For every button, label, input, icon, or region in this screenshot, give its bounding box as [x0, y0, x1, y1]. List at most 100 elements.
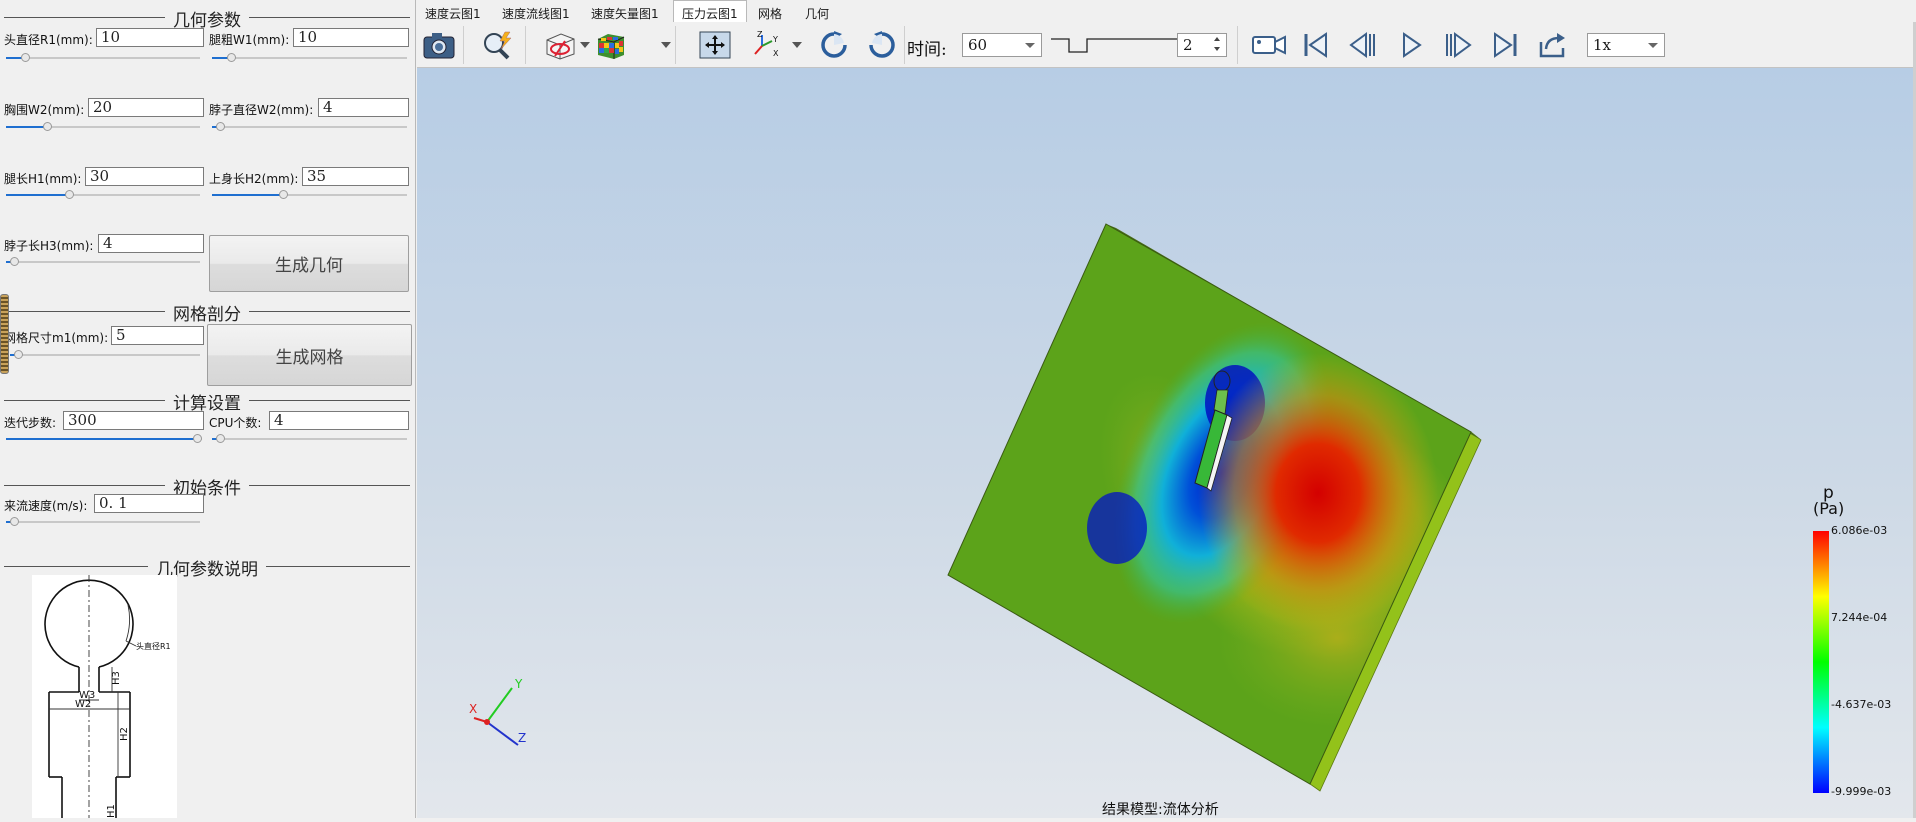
inflow-label: 来流速度(m/s):	[4, 499, 88, 513]
spin-up-icon[interactable]	[1214, 37, 1220, 41]
legend-tick-3: -4.637e-03	[1831, 698, 1891, 711]
mesh-title: 网格剖分	[165, 300, 249, 325]
tab-velocity-contour[interactable]: 速度云图1	[417, 2, 489, 22]
leg-h1-label: 腿长H1(mm):	[4, 172, 82, 186]
diagram-label-r1: 头直径R1	[136, 641, 171, 651]
head-diameter-input[interactable]: 10	[96, 28, 204, 47]
compute-section-title: 计算设置	[4, 389, 410, 414]
neck-h3-slider[interactable]	[6, 256, 200, 268]
last-frame-icon[interactable]	[1486, 28, 1524, 62]
initial-section-title: 初始条件	[4, 474, 410, 499]
neck-h3-input[interactable]: 4	[98, 234, 204, 253]
color-legend-bar	[1813, 531, 1829, 793]
tab-geometry[interactable]: 几何	[797, 2, 837, 22]
body-diagram-svg: 头直径R1 H3 W3 W2 H2 H1	[44, 575, 171, 818]
svg-text:X: X	[773, 49, 779, 58]
generate-mesh-button[interactable]: 生成网格	[207, 324, 412, 386]
time-select[interactable]: 60	[962, 33, 1042, 57]
svg-text:Z: Z	[757, 30, 763, 39]
time-select-value: 60	[968, 36, 988, 54]
cpu-input[interactable]: 4	[269, 411, 409, 430]
mesh-size-slider[interactable]	[10, 349, 200, 361]
generate-geometry-button[interactable]: 生成几何	[209, 235, 409, 292]
speed-select-value: 1x	[1593, 36, 1612, 54]
speed-select[interactable]: 1x	[1587, 33, 1665, 57]
step-spinbox-value: 2	[1183, 36, 1193, 54]
color-dropdown-icon[interactable]	[661, 42, 671, 48]
iterations-label: 迭代步数:	[4, 416, 57, 430]
upper-h2-label: 上身长H2(mm):	[209, 172, 299, 186]
leg-w1-slider[interactable]	[212, 52, 407, 64]
timeline-slider[interactable]	[1049, 32, 1189, 58]
diagram-label-w2: W2	[75, 699, 91, 710]
rotate-cw-icon[interactable]	[815, 28, 853, 62]
head-diameter-label: 头直径R1(mm):	[4, 33, 93, 47]
time-label: 时间:	[907, 40, 947, 60]
tab-pressure-contour[interactable]: 压力云图1	[673, 0, 747, 22]
legend-tick-2: 7.244e-04	[1831, 611, 1887, 624]
tab-velocity-vector[interactable]: 速度矢量图1	[583, 2, 667, 22]
axes-dropdown-icon[interactable]	[792, 42, 802, 48]
mesh-size-label: 网格尺寸m1(mm):	[4, 331, 109, 345]
legend-tick-max: 6.086e-03	[1831, 524, 1887, 537]
step-spinbox[interactable]: 2	[1177, 33, 1227, 57]
chest-w2-slider[interactable]	[6, 121, 200, 133]
tab-mesh[interactable]: 网格	[750, 2, 790, 22]
chest-w2-input[interactable]: 20	[88, 98, 204, 117]
splitter-handle[interactable]	[0, 294, 9, 374]
rotate-ccw-icon[interactable]	[863, 28, 901, 62]
leg-w1-input[interactable]: 10	[293, 28, 409, 47]
neck-w2-label: 脖子直径W2(mm):	[209, 103, 314, 117]
cpu-slider[interactable]	[212, 433, 407, 445]
export-loop-icon[interactable]	[1534, 28, 1572, 62]
clip-plane-icon[interactable]	[541, 28, 579, 62]
next-frame-icon[interactable]	[1439, 28, 1477, 62]
spin-down-icon[interactable]	[1214, 47, 1220, 51]
play-icon[interactable]	[1392, 28, 1430, 62]
head-diameter-slider[interactable]	[6, 52, 200, 64]
leg-h1-input[interactable]: 30	[85, 167, 204, 186]
diagram-label-h2: H2	[119, 727, 130, 741]
axes-triad: X Y Z	[469, 677, 526, 746]
screenshot-camera-icon[interactable]	[420, 28, 458, 62]
mesh-size-input[interactable]: 5	[111, 326, 204, 345]
record-video-icon[interactable]	[1250, 28, 1288, 62]
toolbar: ZYX 时间: 60 2 1x	[417, 22, 1916, 68]
upper-h2-input[interactable]: 35	[302, 167, 409, 186]
cpu-label: CPU个数:	[209, 416, 262, 430]
legend-unit: (Pa)	[1813, 499, 1844, 518]
clip-dropdown-icon[interactable]	[580, 42, 590, 48]
fit-view-icon[interactable]	[696, 28, 734, 62]
left-panel: 几何参数 头直径R1(mm): 10 腿粗W1(mm): 10 胸围W2(mm)…	[0, 0, 416, 818]
3d-viewport[interactable]: X Y Z p (Pa) 6.086e-03 7.244e-04 -4.637e…	[417, 68, 1913, 818]
slab-front-face	[948, 224, 1471, 784]
color-cube-icon[interactable]	[592, 28, 630, 62]
diagram-label-h3: H3	[111, 671, 122, 685]
iterations-input[interactable]: 300	[63, 411, 204, 430]
legend-tick-min: -9.999e-03	[1831, 785, 1891, 798]
leg-w1-label: 腿粗W1(mm):	[209, 33, 290, 47]
model-caption: 结果模型:流体分析	[1102, 802, 1219, 818]
iterations-slider[interactable]	[6, 433, 202, 445]
chest-w2-label: 胸围W2(mm):	[4, 103, 85, 117]
neck-w2-slider[interactable]	[212, 121, 407, 133]
geometry-diagram: 头直径R1 H3 W3 W2 H2 H1	[32, 575, 177, 818]
zoom-fit-icon[interactable]	[479, 28, 517, 62]
tab-bar: 速度云图1 速度流线图1 速度矢量图1 压力云图1 网格 几何	[417, 0, 1916, 22]
neck-h3-label: 脖子长H3(mm):	[4, 239, 94, 253]
leg-h1-slider[interactable]	[6, 189, 200, 201]
pressure-contour-render: X Y Z p (Pa) 6.086e-03 7.244e-04 -4.637e…	[469, 223, 1891, 818]
explain-section-title: 几何参数说明	[4, 555, 410, 580]
upper-h2-slider[interactable]	[212, 189, 407, 201]
inflow-input[interactable]: 0. 1	[94, 494, 204, 513]
prev-frame-icon[interactable]	[1344, 28, 1382, 62]
axis-z-label: Z	[518, 731, 526, 745]
first-frame-icon[interactable]	[1297, 28, 1335, 62]
geometry-section-title: 几何参数	[4, 6, 410, 31]
neck-w2-input[interactable]: 4	[318, 98, 409, 117]
diagram-label-h1: H1	[106, 804, 117, 818]
axis-y-label: Y	[514, 677, 523, 691]
inflow-slider[interactable]	[6, 516, 200, 528]
tab-velocity-streamline[interactable]: 速度流线图1	[494, 2, 578, 22]
axes-orientation-icon[interactable]: ZYX	[747, 28, 785, 62]
